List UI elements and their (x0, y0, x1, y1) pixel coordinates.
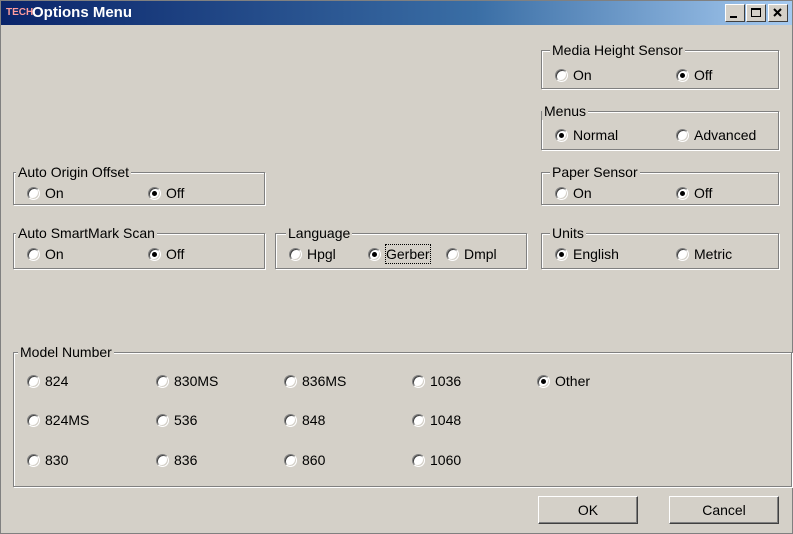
menus-label: Menus (542, 102, 589, 120)
radio-dot (156, 374, 169, 388)
options-window: TECH Options Menu Media Height Sensor On… (0, 0, 793, 534)
radio-dot (284, 374, 297, 388)
units-group: Units English Metric (541, 224, 779, 269)
radio-dot (537, 374, 550, 388)
model-536-radio[interactable]: 536 (156, 411, 197, 429)
model-848-radio[interactable]: 848 (284, 411, 325, 429)
radio-dot (412, 413, 425, 427)
minimize-icon (730, 16, 737, 18)
radio-dot (289, 247, 302, 261)
auto-smartmark-scan-label: Auto SmartMark Scan (16, 224, 157, 242)
model-number-group: Model Number 824 830MS 836MS 1036 Other … (13, 343, 792, 487)
auto-origin-offset-off-radio[interactable]: Off (148, 184, 184, 202)
paper-sensor-on-radio[interactable]: On (555, 184, 592, 202)
auto-origin-offset-group: Auto Origin Offset On Off (13, 163, 265, 205)
auto-smartmark-scan-group: Auto SmartMark Scan On Off (13, 224, 265, 269)
ok-button[interactable]: OK (538, 496, 638, 524)
radio-dot (27, 186, 40, 200)
media-height-sensor-label: Media Height Sensor (550, 41, 685, 59)
model-1048-radio[interactable]: 1048 (412, 411, 461, 429)
close-button[interactable] (768, 4, 788, 22)
auto-origin-offset-on-radio[interactable]: On (27, 184, 64, 202)
radio-dot (676, 128, 689, 142)
paper-sensor-group: Paper Sensor On Off (541, 163, 779, 205)
radio-dot (27, 374, 40, 388)
radio-dot (412, 453, 425, 467)
model-830ms-radio[interactable]: 830MS (156, 372, 218, 390)
radio-dot (555, 68, 568, 82)
radio-dot (284, 453, 297, 467)
maximize-icon (751, 8, 761, 17)
tech-app-icon: TECH (6, 7, 34, 18)
media-height-sensor-off-radio[interactable]: Off (676, 66, 712, 84)
window-title: Options Menu (32, 4, 132, 21)
auto-smartmark-scan-off-radio[interactable]: Off (148, 245, 184, 263)
maximize-button[interactable] (746, 4, 766, 22)
model-836-radio[interactable]: 836 (156, 451, 197, 469)
model-836ms-radio[interactable]: 836MS (284, 372, 346, 390)
auto-origin-offset-label: Auto Origin Offset (16, 163, 132, 181)
auto-smartmark-scan-on-radio[interactable]: On (27, 245, 64, 263)
language-gerber-radio[interactable]: Gerber (368, 244, 431, 264)
radio-dot (27, 413, 40, 427)
model-824-radio[interactable]: 824 (27, 372, 68, 390)
radio-dot (555, 247, 568, 261)
radio-dot (676, 186, 689, 200)
radio-dot (27, 453, 40, 467)
title-bar[interactable]: TECH Options Menu (1, 1, 792, 25)
units-label: Units (550, 224, 586, 242)
menus-group: Menus Normal Advanced (541, 102, 779, 150)
menus-normal-radio[interactable]: Normal (555, 126, 618, 144)
paper-sensor-label: Paper Sensor (550, 163, 640, 181)
model-830-radio[interactable]: 830 (27, 451, 68, 469)
radio-dot (156, 413, 169, 427)
radio-dot (368, 247, 381, 261)
menus-advanced-radio[interactable]: Advanced (676, 126, 756, 144)
radio-dot (676, 68, 689, 82)
radio-dot (27, 247, 40, 261)
model-other-radio[interactable]: Other (537, 372, 590, 390)
radio-dot (555, 186, 568, 200)
units-english-radio[interactable]: English (555, 245, 619, 263)
paper-sensor-off-radio[interactable]: Off (676, 184, 712, 202)
radio-dot (412, 374, 425, 388)
close-icon (773, 8, 782, 17)
radio-dot (148, 186, 161, 200)
model-860-radio[interactable]: 860 (284, 451, 325, 469)
language-group: Language Hpgl Gerber Dmpl (275, 224, 527, 269)
radio-dot (446, 247, 459, 261)
language-hpgl-radio[interactable]: Hpgl (289, 245, 336, 263)
language-dmpl-radio[interactable]: Dmpl (446, 245, 497, 263)
model-1060-radio[interactable]: 1060 (412, 451, 461, 469)
radio-dot (555, 128, 568, 142)
radio-dot (148, 247, 161, 261)
language-label: Language (286, 224, 353, 242)
radio-dot (284, 413, 297, 427)
radio-dot (156, 453, 169, 467)
media-height-sensor-on-radio[interactable]: On (555, 66, 592, 84)
units-metric-radio[interactable]: Metric (676, 245, 732, 263)
media-height-sensor-group: Media Height Sensor On Off (541, 41, 779, 89)
model-824ms-radio[interactable]: 824MS (27, 411, 89, 429)
cancel-button[interactable]: Cancel (669, 496, 779, 524)
model-number-label: Model Number (18, 343, 114, 361)
radio-dot (676, 247, 689, 261)
minimize-button[interactable] (725, 4, 745, 22)
model-1036-radio[interactable]: 1036 (412, 372, 461, 390)
